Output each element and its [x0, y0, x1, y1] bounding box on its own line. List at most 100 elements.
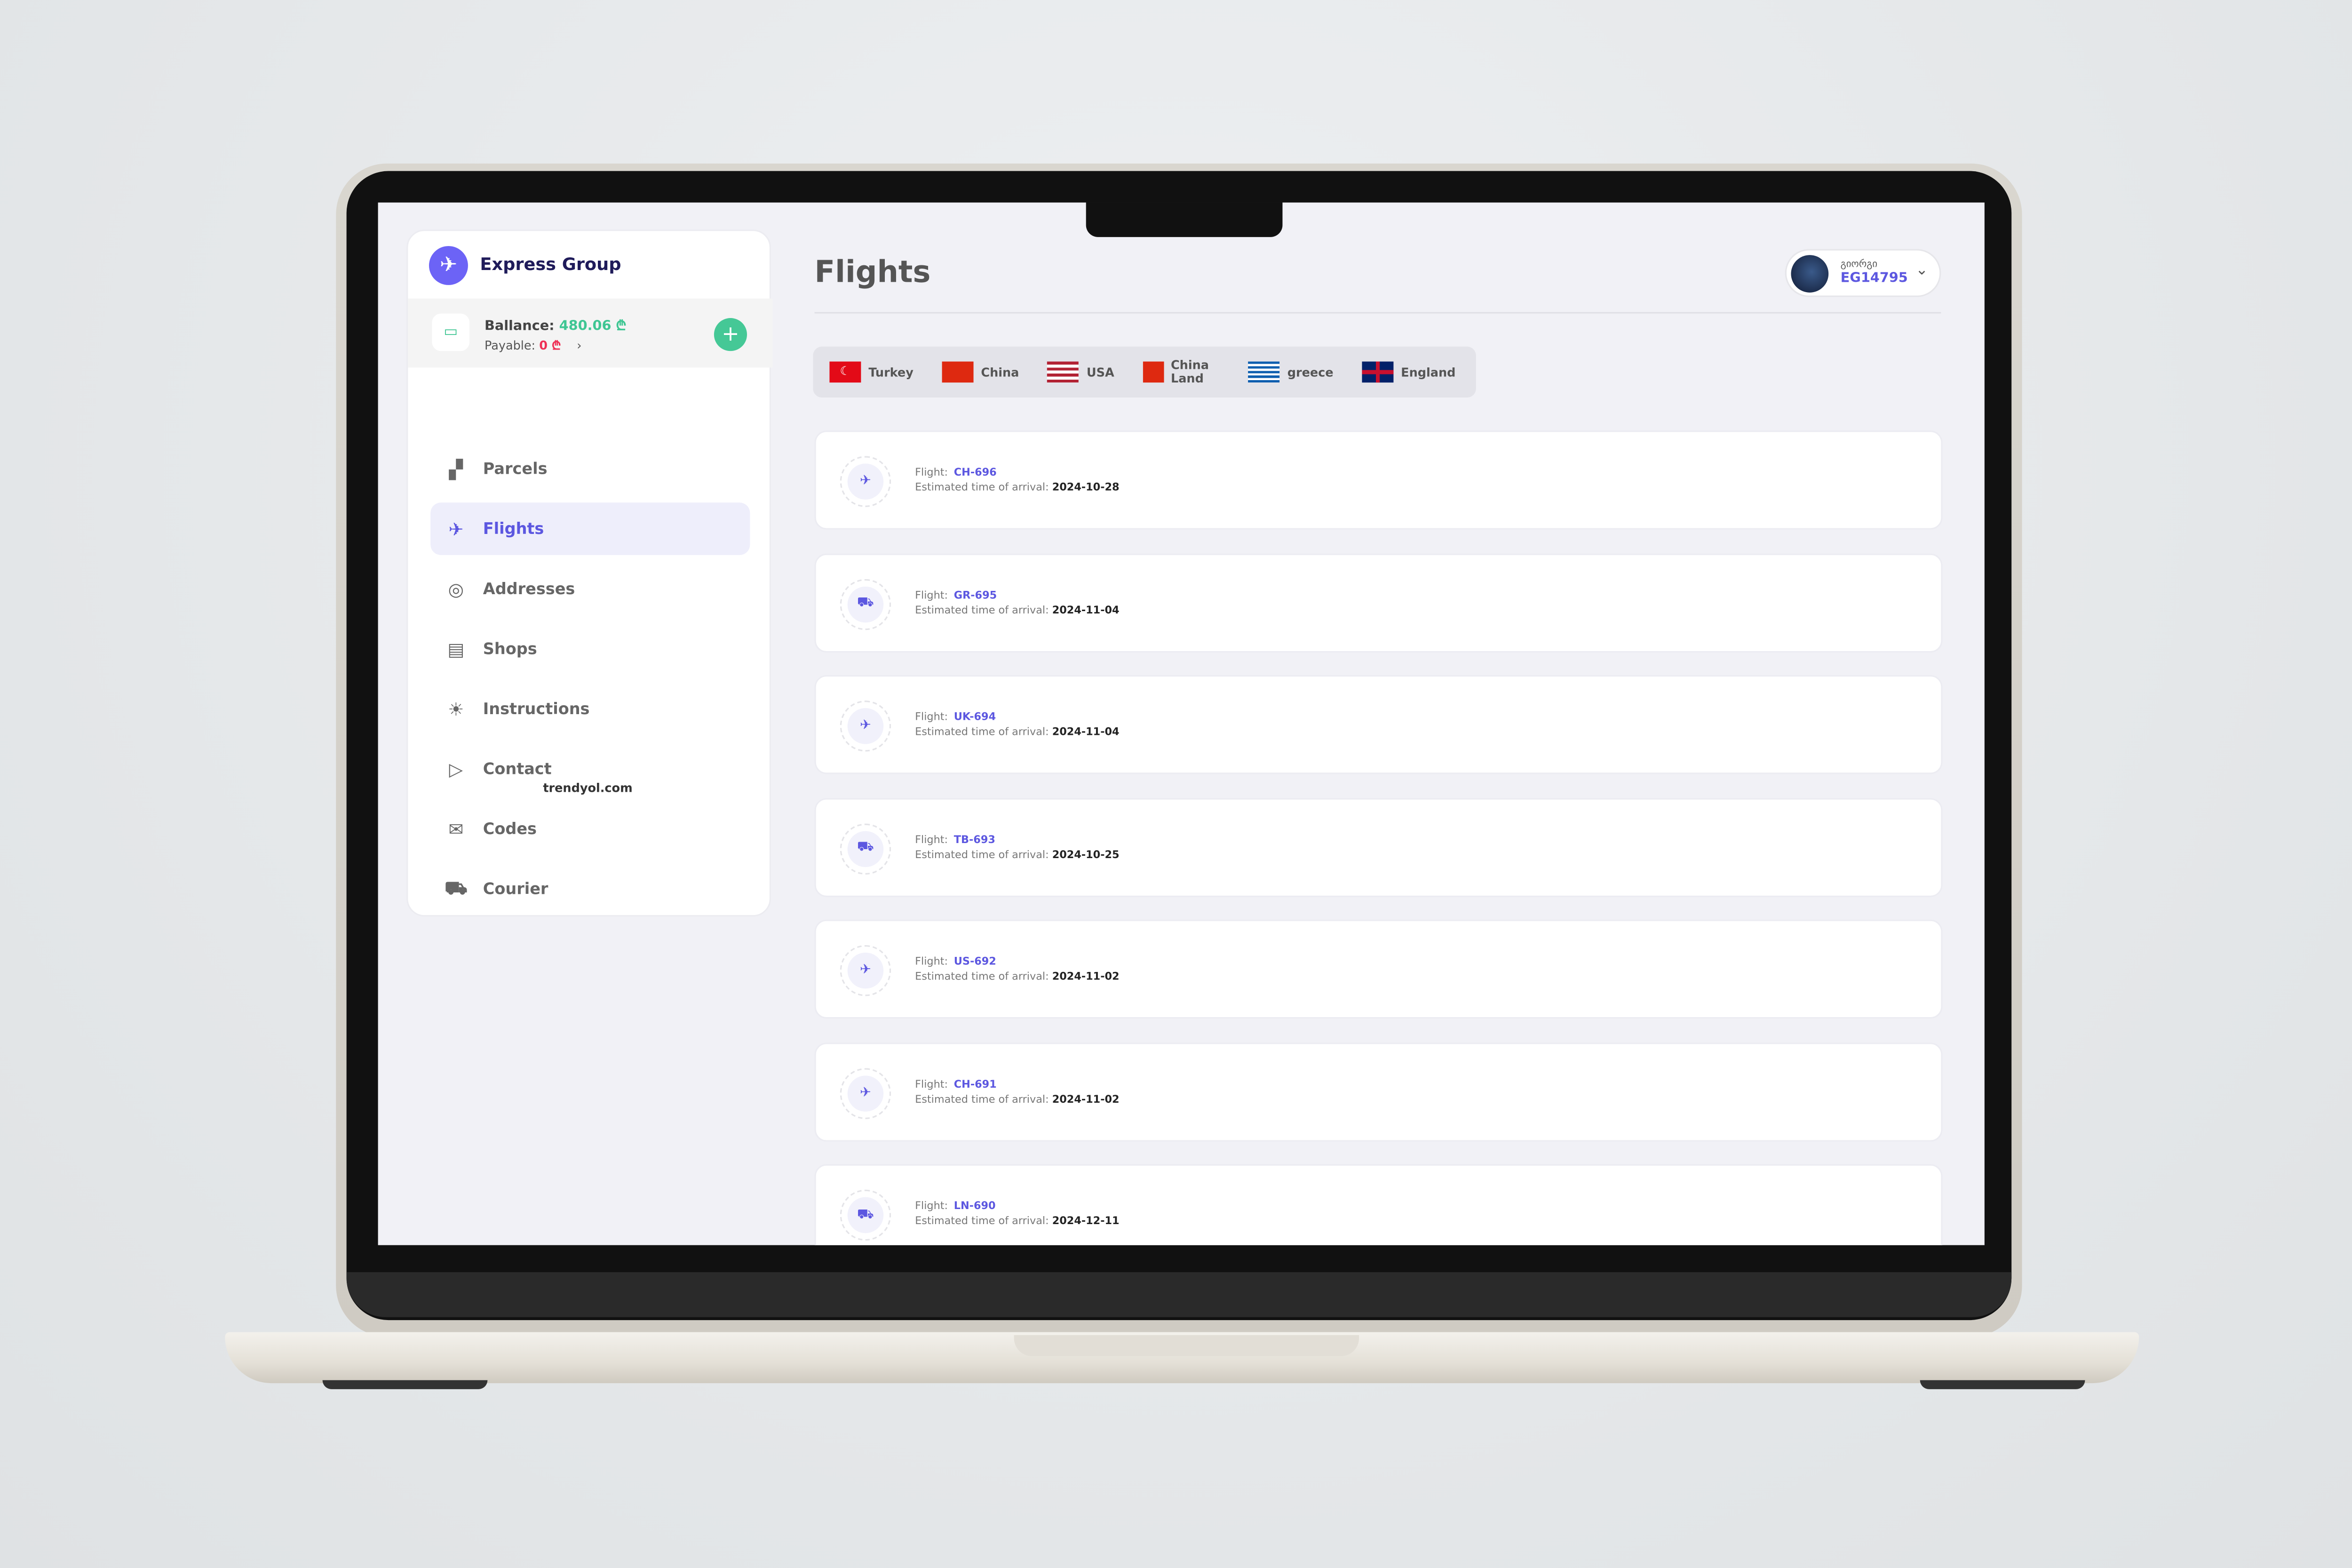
balance-panel: ▭ Ballance: 480.06 ₾ Payable: 0 ₾ › +	[408, 298, 773, 368]
flight-card[interactable]: ⛟ Flight: LN-690 Estimated time of arriva…	[814, 1164, 1943, 1245]
eta-date: 2024-10-25	[1052, 848, 1120, 860]
laptop-foot	[322, 1380, 488, 1389]
laptop-foot	[1920, 1380, 2085, 1389]
eta-date: 2024-10-28	[1052, 481, 1120, 494]
laptop-mockup: ✈ Express Group ▭ Ballance: 480.06 ₾ Pay…	[0, 0, 2352, 1568]
eta-label: Estimated time of arrival:	[915, 604, 1049, 616]
flight-label: Flight:	[915, 833, 948, 845]
boxes-icon: ▞	[449, 458, 463, 479]
sidebar-item-parcels[interactable]: ▞ Parcels	[430, 443, 750, 495]
eta-label: Estimated time of arrival:	[915, 726, 1049, 738]
add-balance-button[interactable]: +	[714, 318, 747, 351]
country-tabs: ☾ Turkey China USA China Land greece England	[813, 346, 1476, 398]
tab-turkey[interactable]: ☾ Turkey	[829, 361, 914, 383]
flag-icon: ☾	[829, 361, 861, 383]
flight-card[interactable]: ✈ Flight: CH-696 Estimated time of arriva…	[814, 430, 1943, 530]
flight-code: US-692	[954, 955, 996, 968]
user-id: EG14795	[1840, 271, 1908, 287]
eta-row: Estimated time of arrival: 2024-11-04	[915, 726, 1119, 738]
flight-label: Flight:	[915, 1200, 948, 1212]
eta-row: Estimated time of arrival: 2024-11-04	[915, 604, 1119, 616]
lightbulb-icon: ☀	[448, 698, 464, 720]
flight-row: Flight: CH-691	[915, 1078, 997, 1090]
sidebar-item-label: Courier	[483, 880, 548, 898]
flight-card[interactable]: ✈ Flight: CH-691 Estimated time of arriva…	[814, 1042, 1943, 1141]
flight-label: Flight:	[915, 711, 948, 724]
sidebar-item-label: Parcels	[483, 460, 548, 478]
flight-code: UK-694	[954, 711, 996, 724]
user-name: გიორგი	[1840, 258, 1878, 270]
flight-row: Flight: UK-694	[915, 711, 996, 723]
flight-row: Flight: US-692	[915, 955, 996, 968]
truck-icon: ⛟	[840, 823, 891, 874]
brand-name[interactable]: Express Group	[480, 254, 621, 275]
screen: ✈ Express Group ▭ Ballance: 480.06 ₾ Pay…	[378, 202, 1985, 1245]
divider	[814, 312, 1941, 314]
balance-value: 480.06 ₾	[559, 319, 627, 335]
sidebar-item-label: Addresses	[483, 580, 575, 598]
base-groove	[1014, 1335, 1359, 1356]
balance-row: Ballance: 480.06 ₾	[485, 315, 627, 334]
sidebar-item-label: Instructions	[483, 700, 590, 718]
camera-notch	[1086, 202, 1283, 237]
payable-label: Payable:	[484, 339, 536, 353]
sidebar-item-courier[interactable]: ⛟ Courier	[430, 863, 750, 915]
tab-usa[interactable]: USA	[1047, 361, 1114, 383]
flight-code: LN-690	[954, 1200, 996, 1212]
sidebar-item-label: Flights	[483, 519, 544, 538]
eta-label: Estimated time of arrival:	[915, 848, 1049, 860]
tab-greece[interactable]: greece	[1248, 361, 1334, 383]
flag-icon	[942, 361, 974, 383]
user-menu[interactable]: გიორგი EG14795 ⌄	[1785, 249, 1941, 297]
airplane-icon: ✈	[448, 518, 464, 540]
sidebar-item-flights[interactable]: ✈ Flights	[430, 502, 750, 555]
tab-label: greece	[1287, 365, 1334, 379]
tab-china[interactable]: China	[942, 361, 1019, 383]
sidebar: ✈ Express Group ▭ Ballance: 480.06 ₾ Pay…	[406, 229, 773, 917]
truck-icon: ⛟	[445, 876, 468, 898]
balance-label: Ballance:	[484, 319, 555, 335]
flight-card[interactable]: ⛟ Flight: GR-695 Estimated time of arriva…	[814, 553, 1943, 652]
wallet-icon: ▭	[432, 313, 470, 351]
plane-landing-icon: ✈	[840, 700, 891, 752]
sidebar-item-label: Codes	[483, 820, 537, 838]
chevron-right-icon[interactable]: ›	[577, 339, 581, 353]
flag-icon	[1248, 361, 1280, 383]
flight-code: TB-693	[954, 833, 995, 845]
sidebar-item-instructions[interactable]: ☀ Instructions	[430, 683, 750, 735]
eta-row: Estimated time of arrival: 2024-11-02	[915, 1093, 1119, 1105]
tab-label: England	[1401, 365, 1456, 379]
plane-landing-icon: ✈	[840, 1067, 891, 1119]
sidebar-item-addresses[interactable]: ◎ Addresses	[430, 563, 750, 615]
store-icon: ▤	[447, 638, 465, 660]
eta-label: Estimated time of arrival:	[915, 481, 1049, 494]
payable-row[interactable]: Payable: 0 ₾ ›	[485, 337, 581, 354]
flight-card[interactable]: ✈ Flight: UK-694 Estimated time of arriva…	[814, 675, 1943, 774]
sidebar-item-codes[interactable]: ✉ Codes trendyol.com	[430, 781, 750, 855]
flight-card[interactable]: ✈ Flight: US-692 Estimated time of arriva…	[814, 919, 1943, 1019]
flight-card[interactable]: ⛟ Flight: TB-693 Estimated time of arriva…	[814, 797, 1943, 897]
tab-england[interactable]: England	[1362, 361, 1456, 383]
sidebar-item-label: Shops	[483, 640, 537, 658]
envelope-icon: ✉	[448, 818, 464, 840]
flight-code: GR-695	[954, 589, 997, 601]
airplane-logo-icon[interactable]: ✈	[429, 246, 468, 285]
eta-date: 2024-11-04	[1052, 726, 1120, 738]
truck-icon: ⛟	[840, 578, 891, 629]
flight-row: Flight: LN-690	[915, 1200, 995, 1212]
page-title: Flights	[814, 253, 931, 290]
eta-row: Estimated time of arrival: 2024-11-02	[915, 971, 1119, 983]
plane-landing-icon: ✈	[840, 945, 891, 996]
chevron-down-icon[interactable]: ⌄	[1915, 263, 1928, 279]
tab-china-land[interactable]: China Land	[1143, 358, 1220, 386]
payable-value: 0 ₾	[539, 339, 561, 353]
flight-code: CH-691	[954, 1078, 997, 1090]
flag-icon	[1047, 361, 1079, 383]
truck-icon: ⛟	[840, 1189, 891, 1241]
eta-label: Estimated time of arrival:	[915, 971, 1049, 983]
trendyol-logo: trendyol.com	[543, 781, 633, 796]
sidebar-item-shops[interactable]: ▤ Shops	[430, 622, 750, 675]
eta-row: Estimated time of arrival: 2024-10-28	[915, 482, 1119, 494]
flight-row: Flight: CH-696	[915, 467, 997, 479]
tab-label: China Land	[1170, 358, 1209, 386]
